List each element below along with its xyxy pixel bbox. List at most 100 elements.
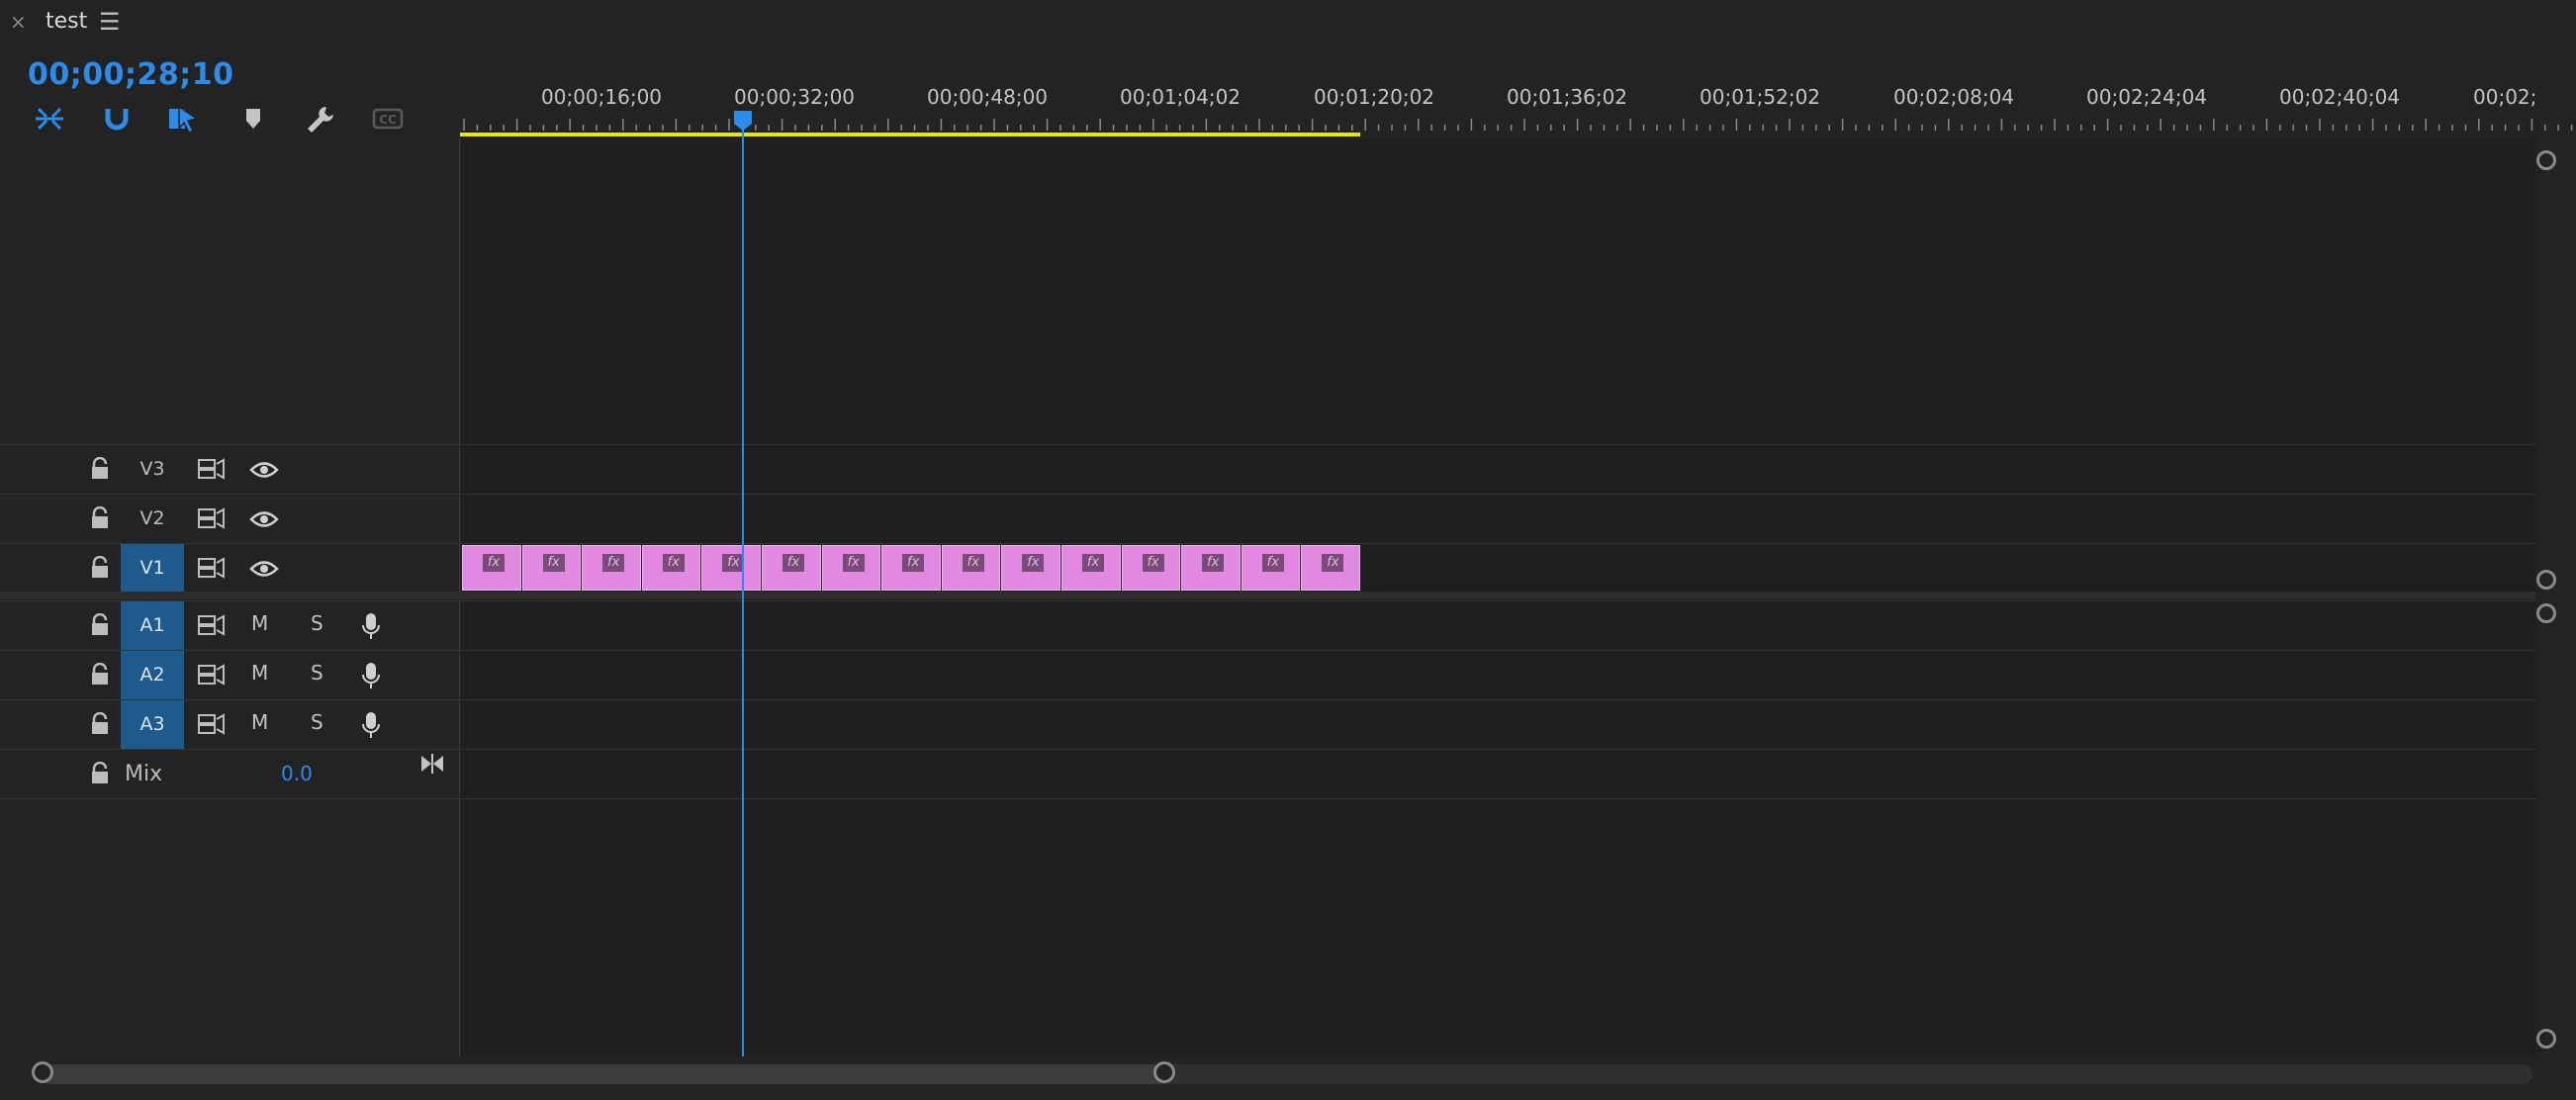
video-clip[interactable]: fx: [1241, 545, 1301, 591]
video-clip[interactable]: fx: [1301, 545, 1360, 591]
ruler-label: 00;00;48;00: [927, 85, 1049, 109]
mute-button[interactable]: M: [251, 611, 268, 635]
track-row-a3[interactable]: A3 M S: [0, 699, 2535, 749]
microphone-icon[interactable]: [360, 611, 382, 641]
snap-button[interactable]: [97, 101, 137, 137]
playhead-timecode[interactable]: 00;00;28;10: [28, 57, 233, 92]
track-row-end: [0, 798, 2535, 799]
lock-icon[interactable]: [89, 506, 111, 530]
timeline-settings-button[interactable]: [301, 101, 340, 137]
lock-icon[interactable]: [89, 613, 111, 637]
track-row-v2[interactable]: V2: [0, 494, 2535, 543]
track-row-a2[interactable]: A2 M S: [0, 650, 2535, 699]
time-ruler[interactable]: 00;00;16;00 00;00;32;00 00;00;48;00 00;0…: [460, 79, 2576, 138]
close-tab-icon[interactable]: ×: [10, 10, 27, 34]
lock-icon[interactable]: [89, 457, 111, 481]
sync-lock-icon[interactable]: [196, 712, 226, 736]
zoom-scroll-right-handle[interactable]: [1153, 1061, 1175, 1083]
video-clip[interactable]: fx: [1061, 545, 1121, 591]
captions-icon: CC: [372, 108, 404, 130]
audio-scroll-bottom-handle[interactable]: [2536, 1029, 2556, 1049]
lock-icon[interactable]: [89, 712, 111, 736]
video-clip[interactable]: fx: [1121, 545, 1181, 591]
video-audio-divider[interactable]: [0, 592, 2535, 599]
mix-volume-value[interactable]: 0.0: [281, 762, 313, 785]
track-target-a1[interactable]: A1: [121, 601, 184, 650]
track-target-v3[interactable]: V3: [121, 445, 184, 494]
solo-button[interactable]: S: [311, 710, 323, 734]
microphone-icon[interactable]: [360, 661, 382, 690]
video-clip[interactable]: fx: [462, 545, 521, 591]
solo-button[interactable]: S: [311, 661, 323, 685]
track-target-v1[interactable]: V1: [121, 544, 184, 593]
ruler-label: 00;00;32;00: [734, 85, 856, 109]
track-header-v2: V2: [0, 495, 460, 543]
ruler-label: 00;01;52;02: [1700, 85, 1821, 109]
fx-badge-icon: fx: [542, 554, 565, 572]
linked-selection-icon: [169, 105, 199, 135]
track-target-v2[interactable]: V2: [121, 495, 184, 543]
ruler-label: 00;02;40;04: [2279, 85, 2401, 109]
video-clip[interactable]: fx: [582, 545, 641, 591]
snap-icon: [105, 109, 129, 131]
track-target-a3[interactable]: A3: [121, 700, 184, 749]
nest-sequence-button[interactable]: [30, 101, 69, 137]
video-clip[interactable]: fx: [762, 545, 821, 591]
sync-lock-icon[interactable]: [196, 457, 226, 481]
captions-button[interactable]: CC: [368, 101, 408, 137]
zoom-scroll-thumb[interactable]: [40, 1064, 1167, 1084]
mute-button[interactable]: M: [251, 661, 268, 685]
video-clip[interactable]: fx: [1001, 545, 1060, 591]
track-target-a2[interactable]: A2: [121, 651, 184, 699]
fx-badge-icon: fx: [483, 554, 505, 572]
ruler-label: 00;02;24;04: [2086, 85, 2208, 109]
video-clip[interactable]: fx: [881, 545, 941, 591]
panel-menu-icon[interactable]: ☰: [99, 8, 121, 36]
lock-icon[interactable]: [89, 663, 111, 687]
video-clip[interactable]: fx: [941, 545, 1001, 591]
playhead-handle-icon[interactable]: [733, 110, 753, 132]
audio-scroll-top-handle[interactable]: [2536, 603, 2556, 623]
lock-icon[interactable]: [89, 762, 111, 785]
sync-lock-icon[interactable]: [196, 556, 226, 580]
track-row-v3[interactable]: V3: [0, 444, 2535, 494]
go-to-in-out-icon[interactable]: [419, 752, 445, 776]
fx-badge-icon: fx: [782, 554, 804, 572]
wrench-icon: [308, 107, 333, 133]
add-marker-button[interactable]: [233, 101, 273, 137]
track-row-a1[interactable]: A1 M S: [0, 600, 2535, 650]
vertical-scrollbar[interactable]: [2535, 138, 2576, 1056]
mute-button[interactable]: M: [251, 710, 268, 734]
fx-badge-icon: fx: [1322, 554, 1344, 572]
fx-badge-icon: fx: [662, 554, 685, 572]
video-clip[interactable]: fx: [821, 545, 881, 591]
sync-lock-icon[interactable]: [196, 663, 226, 687]
track-header-a3: A3 M S: [0, 700, 460, 749]
zoom-scroll-left-handle[interactable]: [32, 1061, 53, 1083]
lock-icon[interactable]: [89, 556, 111, 580]
video-clip[interactable]: fx: [701, 545, 761, 591]
eye-icon[interactable]: [249, 508, 279, 530]
linked-selection-button[interactable]: [164, 101, 204, 137]
video-clip[interactable]: fx: [641, 545, 701, 591]
sequence-tab-title[interactable]: test: [46, 8, 87, 36]
video-clip[interactable]: fx: [1181, 545, 1241, 591]
video-scroll-bottom-handle[interactable]: [2536, 570, 2556, 590]
work-area-bar[interactable]: [460, 133, 1360, 137]
fx-badge-icon: fx: [1202, 554, 1225, 572]
microphone-icon[interactable]: [360, 710, 382, 740]
sync-lock-icon[interactable]: [196, 613, 226, 637]
ruler-label: 00;01;20;02: [1314, 85, 1435, 109]
ruler-label: 00;01;36;02: [1507, 85, 1628, 109]
video-clip[interactable]: fx: [521, 545, 582, 591]
eye-icon[interactable]: [249, 558, 279, 580]
sync-lock-icon[interactable]: [196, 506, 226, 530]
track-header-v1: V1: [0, 544, 460, 593]
eye-icon[interactable]: [249, 459, 279, 481]
video-scroll-top-handle[interactable]: [2536, 150, 2556, 170]
fx-badge-icon: fx: [842, 554, 865, 572]
playhead-line[interactable]: [742, 119, 744, 1056]
solo-button[interactable]: S: [311, 611, 323, 635]
ruler-label: 00;02;: [2473, 85, 2537, 109]
ruler-label: 00;02;08;04: [1893, 85, 2015, 109]
